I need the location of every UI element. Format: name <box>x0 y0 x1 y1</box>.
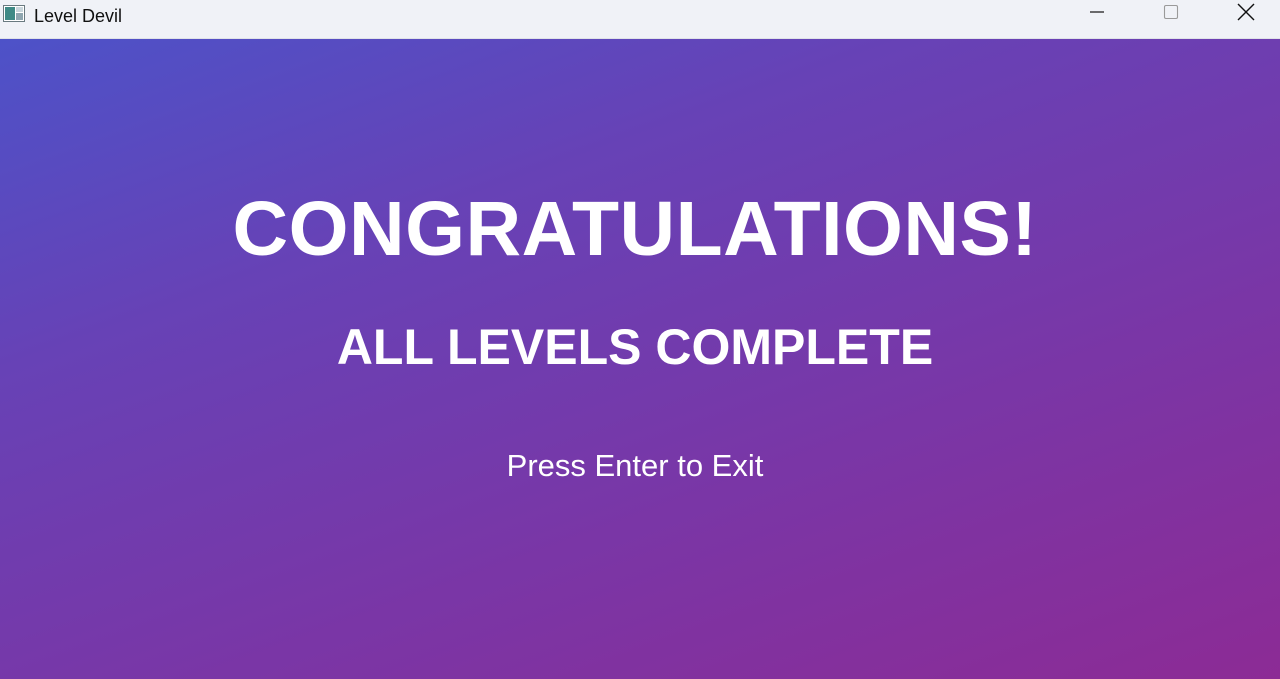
minimize-icon <box>1089 4 1105 25</box>
exit-prompt: Press Enter to Exit <box>506 448 764 483</box>
close-button[interactable] <box>1216 0 1276 28</box>
game-canvas[interactable]: CONGRATULATIONS! ALL LEVELS COMPLETE Pre… <box>0 39 1280 679</box>
game-window: Level Devil CONGRATULATIONS! ALL LEVELS … <box>0 0 1280 679</box>
maximize-button[interactable] <box>1141 0 1201 28</box>
maximize-icon <box>1163 4 1179 25</box>
all-levels-complete-text: ALL LEVELS COMPLETE <box>336 319 934 375</box>
window-title: Level Devil <box>34 6 123 26</box>
minimize-button[interactable] <box>1067 0 1127 28</box>
title-bar[interactable]: Level Devil <box>0 0 1280 39</box>
congratulations-heading: CONGRATULATIONS! <box>232 186 1038 272</box>
app-icon <box>3 5 25 22</box>
close-icon <box>1237 3 1255 26</box>
